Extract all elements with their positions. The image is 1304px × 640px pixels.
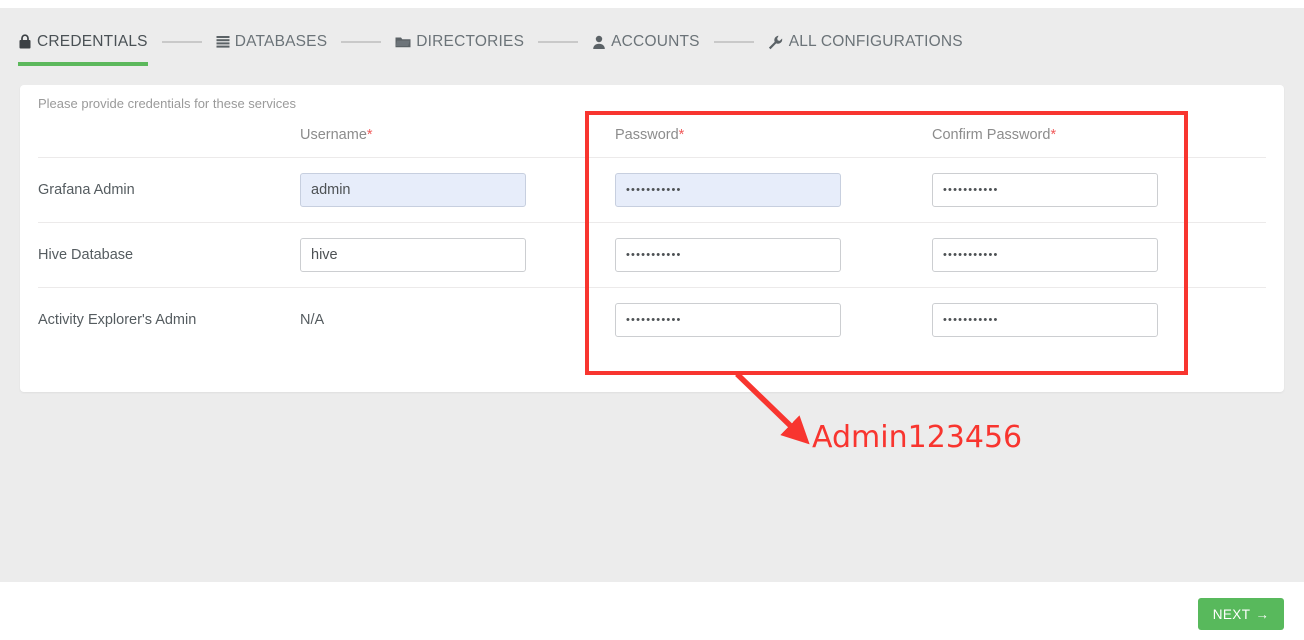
card-subtitle: Please provide credentials for these ser…: [38, 96, 296, 111]
confirm-password-cell: [932, 157, 1266, 223]
wizard-step-databases[interactable]: DATABASES: [216, 24, 328, 60]
column-header-service: [38, 127, 300, 158]
service-name: Activity Explorer's Admin: [38, 312, 197, 328]
credentials-card: Please provide credentials for these ser…: [20, 85, 1284, 392]
password-input-grafana-admin[interactable]: [615, 173, 841, 207]
credentials-table: Username* Password* Confirm Password* Gr…: [38, 127, 1266, 352]
username-cell: [300, 222, 615, 288]
annotation-password-text: Admin123456: [812, 420, 1023, 455]
username-input-grafana-admin[interactable]: [300, 173, 526, 207]
confirm-password-cell: [932, 288, 1266, 353]
wizard-step-credentials[interactable]: CREDENTIALS: [18, 24, 148, 66]
table-header-row: Username* Password* Confirm Password*: [38, 127, 1266, 158]
top-white-strip: [0, 0, 1304, 8]
wizard-step-label: CREDENTIALS: [37, 33, 148, 50]
wrench-icon: [768, 35, 784, 50]
wizard-step-all-configurations[interactable]: ALL CONFIGURATIONS: [768, 24, 963, 60]
column-header-username: Username*: [300, 127, 615, 158]
table-row: Activity Explorer's Admin N/A: [38, 288, 1266, 353]
password-cell: [615, 288, 932, 353]
next-button-label: NEXT: [1212, 606, 1251, 622]
required-marker: *: [366, 127, 373, 143]
user-icon: [592, 35, 606, 50]
wizard-step-separator: [341, 41, 382, 43]
service-name: Grafana Admin: [38, 157, 300, 223]
username-cell: [300, 157, 615, 223]
required-marker: *: [1050, 127, 1057, 143]
wizard-step-separator: [713, 41, 754, 43]
table-row: Hive Database: [38, 222, 1266, 288]
lock-icon: [18, 34, 32, 50]
wizard-step-accounts[interactable]: ACCOUNTS: [592, 24, 700, 60]
password-input-hive-database[interactable]: [615, 238, 841, 272]
password-cell: [615, 222, 932, 288]
folder-icon: [395, 35, 411, 49]
wizard-step-label: DATABASES: [234, 33, 328, 50]
password-input-activity-explorer-admin[interactable]: [615, 303, 841, 337]
wizard-step-directories[interactable]: DIRECTORIES: [395, 24, 524, 60]
wizard-step-label: DIRECTORIES: [416, 33, 525, 50]
next-button[interactable]: NEXT →: [1198, 598, 1284, 630]
column-header-password-text: Password: [615, 127, 679, 143]
page-root: CREDENTIALS DATABASES DIRECTORIES ACCOUN…: [0, 0, 1304, 640]
wizard-step-separator: [538, 41, 579, 43]
confirm-password-input-activity-explorer-admin[interactable]: [932, 303, 1158, 337]
table-row: Grafana Admin: [38, 157, 1266, 223]
wizard-step-separator: [161, 41, 202, 43]
wizard-step-nav: CREDENTIALS DATABASES DIRECTORIES ACCOUN…: [0, 8, 1304, 66]
required-marker: *: [678, 127, 685, 143]
column-header-username-text: Username: [300, 127, 367, 143]
database-icon: [216, 35, 230, 49]
username-input-hive-database[interactable]: [300, 238, 526, 272]
wizard-step-label: ACCOUNTS: [611, 33, 700, 50]
column-header-confirm-password: Confirm Password*: [932, 127, 1266, 158]
password-cell: [615, 157, 932, 223]
footer-bar: NEXT →: [0, 582, 1304, 640]
column-header-confirm-password-text: Confirm Password: [932, 127, 1051, 143]
confirm-password-cell: [932, 222, 1266, 288]
column-header-password: Password*: [615, 127, 932, 158]
confirm-password-input-hive-database[interactable]: [932, 238, 1158, 272]
confirm-password-input-grafana-admin[interactable]: [932, 173, 1158, 207]
arrow-right-icon: →: [1255, 606, 1270, 622]
wizard-step-label: ALL CONFIGURATIONS: [788, 33, 963, 50]
username-value-activity-explorer: N/A: [300, 312, 325, 328]
service-name: Hive Database: [38, 222, 300, 288]
